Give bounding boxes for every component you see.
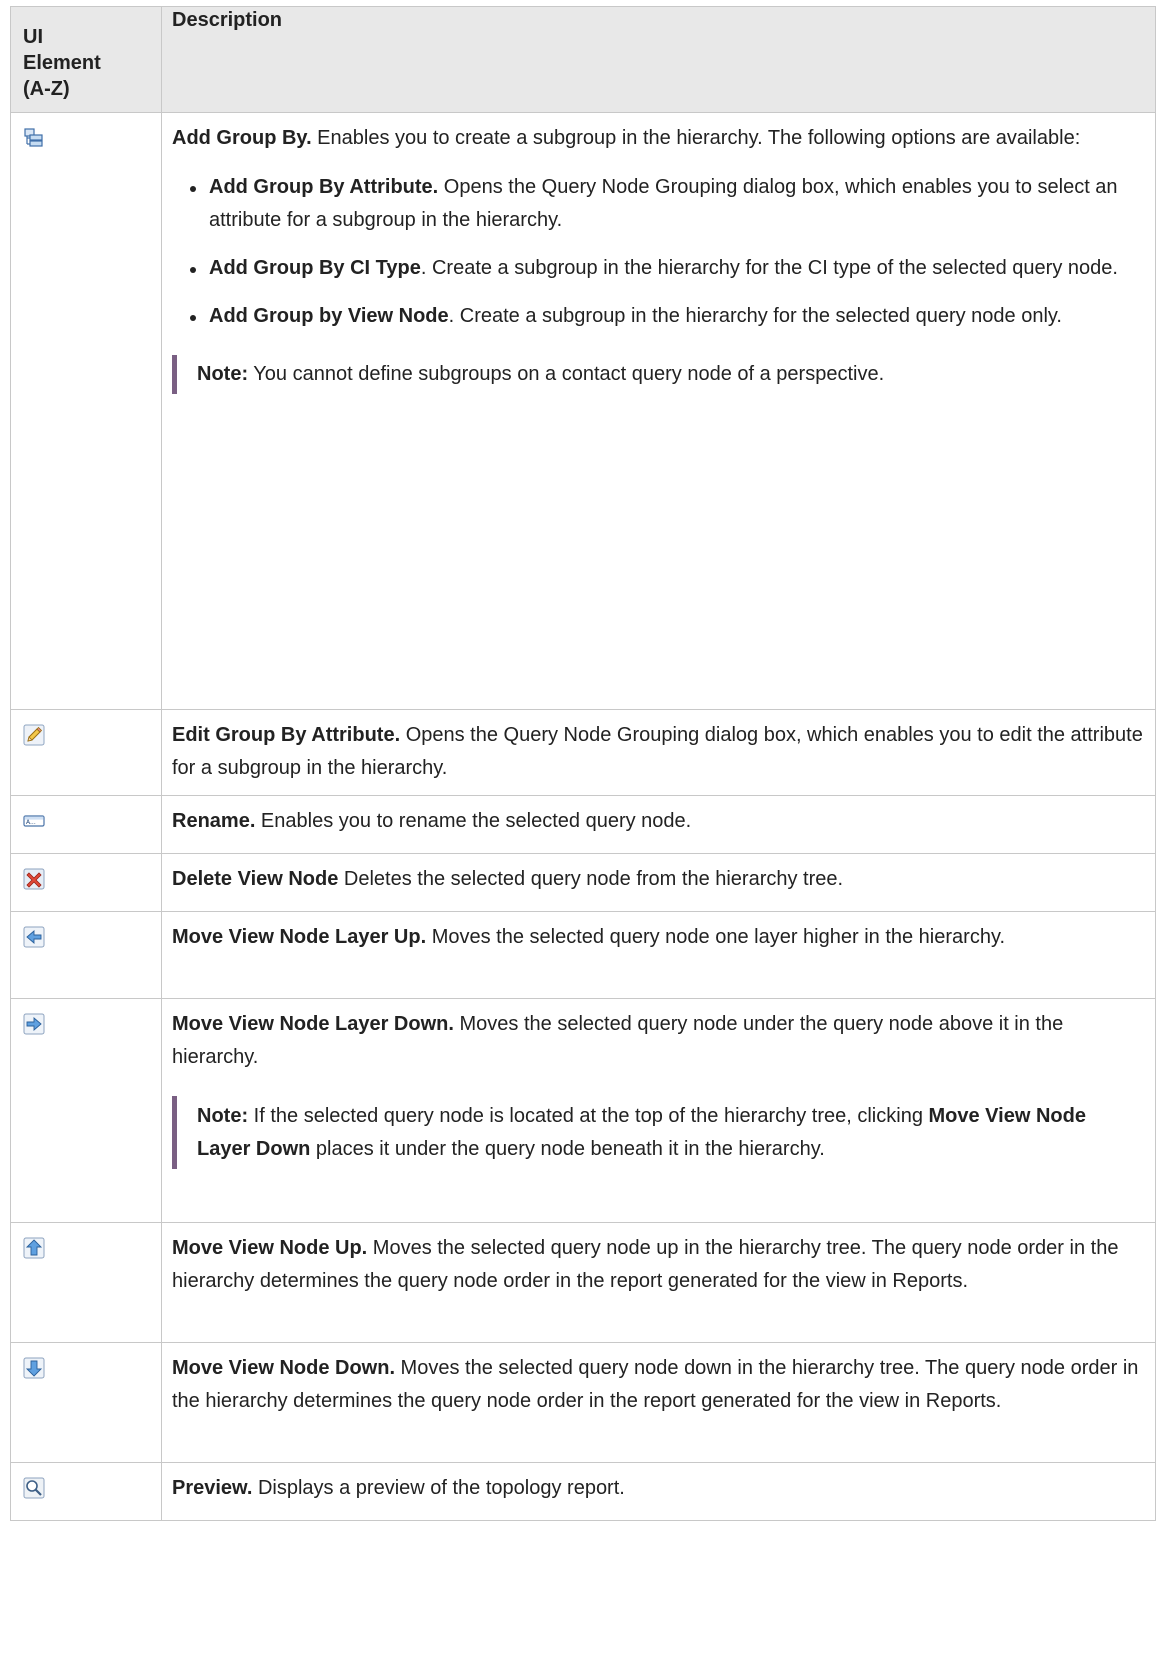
- icon-cell: [10, 1342, 162, 1463]
- row-title: Move View Node Layer Down.: [172, 1013, 454, 1035]
- header-line: UI: [23, 26, 43, 48]
- row-description: Move View Node Layer Up. Moves the selec…: [172, 921, 1143, 954]
- note-box: Note: If the selected query node is loca…: [172, 1096, 1143, 1169]
- row-text: Enables you to rename the selected query…: [255, 810, 692, 832]
- note-box: Note: You cannot define subgroups on a c…: [172, 355, 1143, 394]
- description-cell: Preview. Displays a preview of the topol…: [161, 1462, 1156, 1521]
- icon-cell: A...: [10, 795, 162, 854]
- option-text: . Create a subgroup in the hierarchy for…: [420, 257, 1118, 279]
- list-item: Add Group by View Node. Create a subgrou…: [172, 300, 1143, 333]
- note-label: Note:: [197, 363, 249, 385]
- ui-elements-table: UI Element (A-Z) Description Add Group B…: [10, 6, 1156, 1521]
- table-row: Move View Node Layer Up. Moves the selec…: [10, 911, 1156, 999]
- row-description: Delete View Node Deletes the selected qu…: [172, 863, 1143, 896]
- note-text: places it under the query node beneath i…: [310, 1138, 825, 1160]
- header-line: (A-Z): [23, 78, 70, 100]
- row-description: Add Group By. Enables you to create a su…: [172, 122, 1143, 155]
- arrow-left-icon: [23, 926, 45, 948]
- icon-cell: [10, 1462, 162, 1521]
- add-group-by-icon: [23, 127, 45, 149]
- description-cell: Edit Group By Attribute. Opens the Query…: [161, 709, 1156, 796]
- table-row: A... Rename. Enables you to rename the s…: [10, 795, 1156, 854]
- row-title: Move View Node Layer Up.: [172, 926, 427, 948]
- arrow-up-icon: [23, 1237, 45, 1259]
- table-header-row: UI Element (A-Z) Description: [10, 6, 1156, 113]
- icon-cell: [10, 911, 162, 999]
- row-title: Rename.: [172, 810, 256, 832]
- row-title: Edit Group By Attribute.: [172, 724, 401, 746]
- row-description: Edit Group By Attribute. Opens the Query…: [172, 719, 1143, 785]
- row-title: Move View Node Down.: [172, 1357, 395, 1379]
- row-description: Move View Node Down. Moves the selected …: [172, 1352, 1143, 1418]
- svg-text:A...: A...: [26, 819, 36, 826]
- row-text: Enables you to create a subgroup in the …: [311, 127, 1081, 149]
- table-row: Edit Group By Attribute. Opens the Query…: [10, 709, 1156, 796]
- icon-cell: [10, 709, 162, 796]
- row-description: Preview. Displays a preview of the topol…: [172, 1472, 1143, 1505]
- column-header-ui-element: UI Element (A-Z): [10, 6, 162, 113]
- row-title: Add Group By.: [172, 127, 312, 149]
- pencil-icon: [23, 724, 45, 746]
- list-item: Add Group By Attribute. Opens the Query …: [172, 171, 1143, 237]
- option-title: Add Group by View Node: [209, 305, 449, 327]
- list-item: Add Group By CI Type. Create a subgroup …: [172, 252, 1143, 285]
- option-text: . Create a subgroup in the hierarchy for…: [448, 305, 1062, 327]
- row-title: Delete View Node: [172, 868, 339, 890]
- description-cell: Move View Node Up. Moves the selected qu…: [161, 1222, 1156, 1343]
- table-row: Move View Node Layer Down. Moves the sel…: [10, 998, 1156, 1223]
- table-row: Delete View Node Deletes the selected qu…: [10, 853, 1156, 912]
- row-text: Moves the selected query node one layer …: [426, 926, 1006, 948]
- arrow-right-icon: [23, 1013, 45, 1035]
- description-cell: Move View Node Down. Moves the selected …: [161, 1342, 1156, 1463]
- option-title: Add Group By CI Type: [209, 257, 421, 279]
- options-list: Add Group By Attribute. Opens the Query …: [172, 171, 1143, 333]
- option-title: Add Group By Attribute.: [209, 176, 439, 198]
- table-row: Preview. Displays a preview of the topol…: [10, 1462, 1156, 1521]
- column-header-description: Description: [161, 6, 1156, 113]
- magnifier-icon: [23, 1477, 45, 1499]
- description-cell: Add Group By. Enables you to create a su…: [161, 112, 1156, 710]
- row-title: Preview.: [172, 1477, 253, 1499]
- note-label: Note:: [197, 1105, 249, 1127]
- arrow-down-icon: [23, 1357, 45, 1379]
- rename-icon: A...: [23, 810, 45, 832]
- description-cell: Delete View Node Deletes the selected qu…: [161, 853, 1156, 912]
- description-cell: Move View Node Layer Up. Moves the selec…: [161, 911, 1156, 999]
- note-text: You cannot define subgroups on a contact…: [248, 363, 885, 385]
- table-row: Move View Node Up. Moves the selected qu…: [10, 1222, 1156, 1343]
- row-text: Deletes the selected query node from the…: [338, 868, 844, 890]
- row-text: Displays a preview of the topology repor…: [252, 1477, 625, 1499]
- description-cell: Move View Node Layer Down. Moves the sel…: [161, 998, 1156, 1223]
- table-row: Add Group By. Enables you to create a su…: [10, 112, 1156, 710]
- row-description: Move View Node Up. Moves the selected qu…: [172, 1232, 1143, 1298]
- header-line: Element: [23, 52, 101, 74]
- table-row: Move View Node Down. Moves the selected …: [10, 1342, 1156, 1463]
- icon-cell: [10, 998, 162, 1223]
- row-description: Rename. Enables you to rename the select…: [172, 805, 1143, 838]
- icon-cell: [10, 112, 162, 710]
- row-description: Move View Node Layer Down. Moves the sel…: [172, 1008, 1143, 1074]
- delete-x-icon: [23, 868, 45, 890]
- row-title: Move View Node Up.: [172, 1237, 368, 1259]
- icon-cell: [10, 853, 162, 912]
- description-cell: Rename. Enables you to rename the select…: [161, 795, 1156, 854]
- icon-cell: [10, 1222, 162, 1343]
- note-text: If the selected query node is located at…: [248, 1105, 929, 1127]
